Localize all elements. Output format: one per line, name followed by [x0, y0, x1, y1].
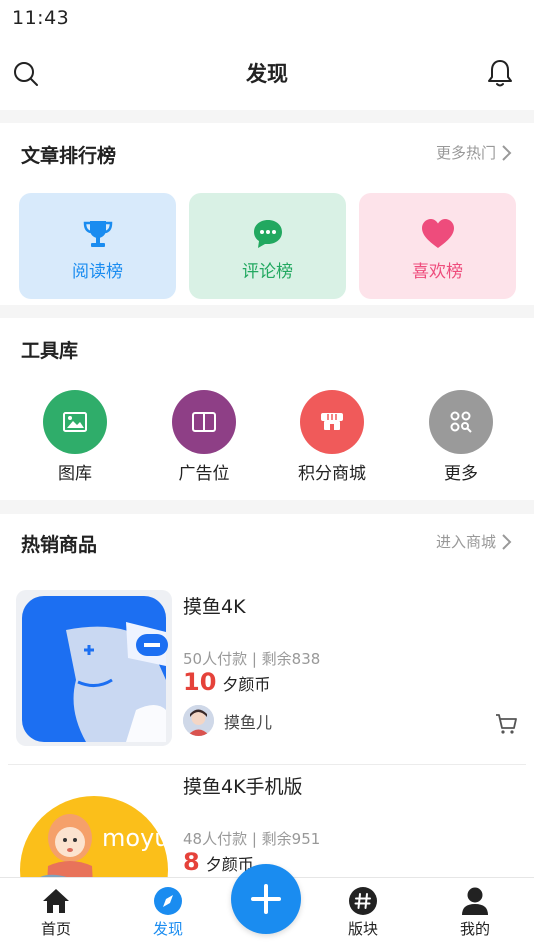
tool-more[interactable]: 更多 [411, 390, 511, 484]
ranking-section: 文章排行榜 更多热门 阅读榜 评论榜 喜欢榜 [0, 123, 534, 305]
tool-ad[interactable]: 广告位 [154, 390, 254, 484]
price-value: 8 [183, 848, 200, 876]
mall-enter-link[interactable]: 进入商城 [436, 531, 512, 552]
grid-more-icon [429, 390, 493, 454]
image-icon [43, 390, 107, 454]
plus-icon [251, 884, 281, 914]
compass-icon [128, 886, 208, 916]
tool-label: 积分商城 [298, 464, 366, 484]
hot-products-title: 热销商品 [21, 534, 98, 556]
thumb-brand-text: moyu [102, 824, 169, 852]
trophy-icon [83, 221, 112, 247]
tool-label: 图库 [58, 464, 92, 484]
book-icon [172, 390, 236, 454]
rank-card-label: 评论榜 [242, 262, 293, 282]
avatar [183, 705, 214, 736]
tab-discover[interactable]: 发现 [128, 886, 208, 939]
tool-label: 广告位 [178, 464, 230, 484]
chevron-right-icon [502, 533, 512, 550]
hashtag-icon [323, 886, 403, 916]
product-price: 10 夕颜币 [183, 668, 270, 696]
tool-points-mall[interactable]: 积分商城 [282, 390, 382, 484]
product-meta: 50人付款 | 剩余838 [183, 650, 321, 668]
comment-icon [253, 220, 282, 248]
tab-home[interactable]: 首页 [16, 886, 96, 939]
rank-card-label: 阅读榜 [72, 262, 123, 282]
bell-icon[interactable] [486, 58, 514, 88]
tab-mine[interactable]: 我的 [435, 886, 515, 939]
rank-card-comment[interactable]: 评论榜 [189, 193, 346, 299]
ranking-more-label: 更多热门 [435, 144, 496, 162]
ranking-more-link[interactable]: 更多热门 [436, 142, 512, 163]
create-post-button[interactable] [231, 864, 301, 934]
rank-card-read[interactable]: 阅读榜 [19, 193, 176, 299]
product-item[interactable]: 摸鱼4K 50人付款 | 剩余838 10 夕颜币 摸鱼儿 [0, 590, 534, 765]
status-bar: 11:43 [0, 0, 534, 38]
shop-icon [300, 390, 364, 454]
price-value: 10 [183, 668, 217, 696]
tab-board[interactable]: 版块 [323, 886, 403, 939]
mall-enter-label: 进入商城 [435, 533, 496, 551]
hot-products-section: 热销商品 进入商城 摸鱼4K 50人付款 | 剩余838 10 夕颜币 摸鱼儿 … [0, 514, 534, 940]
ranking-title: 文章排行榜 [21, 145, 117, 167]
price-unit: 夕颜币 [222, 675, 271, 694]
product-divider [8, 764, 526, 765]
tab-label: 发现 [152, 920, 183, 938]
product-thumbnail [16, 590, 172, 746]
tab-label: 版块 [347, 920, 378, 938]
tool-gallery[interactable]: 图库 [25, 390, 125, 484]
rank-card-like[interactable]: 喜欢榜 [359, 193, 516, 299]
tools-section: 工具库 图库 广告位 积分商城 更多 [0, 318, 534, 500]
status-time: 11:43 [12, 7, 70, 29]
tool-label: 更多 [444, 464, 478, 484]
tab-label: 首页 [40, 920, 71, 938]
product-name: 摸鱼4K手机版 [183, 776, 303, 798]
product-seller: 摸鱼儿 [183, 705, 272, 736]
top-bar: 发现 [0, 38, 534, 110]
tab-label: 我的 [459, 920, 490, 938]
home-icon [16, 886, 96, 916]
tools-title: 工具库 [21, 340, 79, 362]
product-name: 摸鱼4K [183, 596, 246, 618]
product-meta: 48人付款 | 剩余951 [183, 830, 321, 848]
user-icon [435, 886, 515, 916]
cart-icon[interactable] [494, 712, 518, 736]
rank-card-label: 喜欢榜 [412, 262, 463, 282]
heart-icon [421, 219, 454, 248]
chevron-right-icon [502, 144, 512, 161]
page-title: 发现 [246, 62, 288, 86]
seller-name: 摸鱼儿 [224, 712, 273, 732]
